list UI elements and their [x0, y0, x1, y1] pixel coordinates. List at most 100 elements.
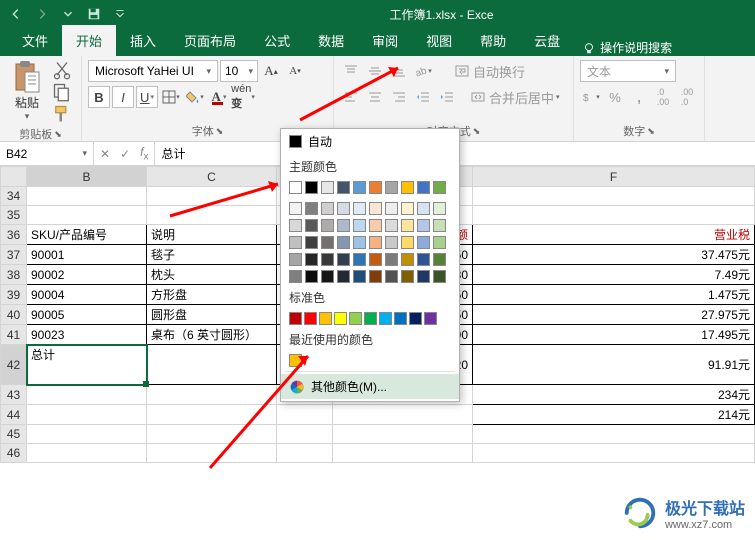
- color-swatch[interactable]: [369, 270, 382, 283]
- cell[interactable]: [473, 425, 755, 444]
- color-swatch[interactable]: [433, 202, 446, 215]
- tab-file[interactable]: 文件: [8, 25, 62, 56]
- color-swatch[interactable]: [385, 181, 398, 194]
- cell[interactable]: [473, 444, 755, 463]
- qat-customize-icon[interactable]: [108, 3, 132, 25]
- color-swatch[interactable]: [401, 253, 414, 266]
- color-swatch[interactable]: [433, 270, 446, 283]
- enter-icon[interactable]: ✓: [120, 147, 130, 161]
- row-header[interactable]: 46: [1, 444, 27, 463]
- decrease-decimal-icon[interactable]: .00.0: [676, 86, 698, 108]
- copy-icon[interactable]: [52, 82, 72, 102]
- tab-page-layout[interactable]: 页面布局: [170, 25, 250, 56]
- dialog-launcher-icon[interactable]: ⬊: [54, 129, 62, 140]
- cell[interactable]: [333, 405, 473, 425]
- underline-button[interactable]: U▾: [136, 86, 158, 108]
- cell[interactable]: [27, 206, 147, 225]
- color-swatch[interactable]: [417, 219, 430, 232]
- color-swatch[interactable]: [334, 312, 347, 325]
- increase-indent-icon[interactable]: [436, 86, 458, 108]
- row-header[interactable]: 45: [1, 425, 27, 444]
- tab-review[interactable]: 审阅: [358, 25, 412, 56]
- comma-icon[interactable]: ,: [628, 86, 650, 108]
- dialog-launcher-icon[interactable]: ⬊: [473, 126, 481, 137]
- color-swatch[interactable]: [289, 202, 302, 215]
- select-all-corner[interactable]: [1, 167, 27, 187]
- fx-icon[interactable]: fx: [140, 145, 148, 162]
- cell[interactable]: 圆形盘: [147, 305, 277, 325]
- currency-icon[interactable]: $▾: [580, 86, 602, 108]
- color-swatch[interactable]: [369, 253, 382, 266]
- row-header[interactable]: 39: [1, 285, 27, 305]
- color-swatch[interactable]: [353, 236, 366, 249]
- color-swatch[interactable]: [369, 202, 382, 215]
- tab-view[interactable]: 视图: [412, 25, 466, 56]
- row-header[interactable]: 40: [1, 305, 27, 325]
- format-painter-icon[interactable]: [52, 104, 72, 124]
- tab-cloud[interactable]: 云盘: [520, 25, 574, 56]
- decrease-indent-icon[interactable]: [412, 86, 434, 108]
- color-swatch[interactable]: [417, 253, 430, 266]
- color-swatch[interactable]: [319, 312, 332, 325]
- row-header[interactable]: 44: [1, 405, 27, 425]
- cell[interactable]: 214元: [473, 405, 755, 425]
- cell[interactable]: [27, 385, 147, 405]
- color-swatch[interactable]: [433, 236, 446, 249]
- bold-button[interactable]: B: [88, 86, 110, 108]
- color-swatch[interactable]: [305, 181, 318, 194]
- cell[interactable]: SKU/产品编号: [27, 225, 147, 245]
- cell[interactable]: 营业税: [473, 225, 755, 245]
- forward-icon[interactable]: [30, 3, 54, 25]
- color-swatch[interactable]: [321, 236, 334, 249]
- caret-down-icon[interactable]: [56, 3, 80, 25]
- cell[interactable]: 总计: [27, 345, 147, 385]
- row-header[interactable]: 43: [1, 385, 27, 405]
- color-swatch[interactable]: [401, 181, 414, 194]
- color-swatch[interactable]: [401, 219, 414, 232]
- color-swatch[interactable]: [337, 219, 350, 232]
- cell[interactable]: [473, 187, 755, 206]
- row-header[interactable]: 36: [1, 225, 27, 245]
- color-swatch[interactable]: [379, 312, 392, 325]
- cell[interactable]: [27, 405, 147, 425]
- font-size-combo[interactable]: 10▾: [220, 60, 258, 82]
- tab-insert[interactable]: 插入: [116, 25, 170, 56]
- color-swatch[interactable]: [417, 236, 430, 249]
- color-swatch[interactable]: [337, 253, 350, 266]
- row-header[interactable]: 35: [1, 206, 27, 225]
- color-swatch[interactable]: [305, 253, 318, 266]
- increase-font-icon[interactable]: A▴: [260, 60, 282, 82]
- cell[interactable]: 1.475元: [473, 285, 755, 305]
- paste-button[interactable]: 粘贴 ▾: [6, 60, 48, 122]
- cell[interactable]: 桌布（6 英寸圆形）: [147, 325, 277, 345]
- color-swatch[interactable]: [304, 312, 317, 325]
- color-swatch[interactable]: [337, 236, 350, 249]
- color-swatch[interactable]: [321, 253, 334, 266]
- row-header[interactable]: 37: [1, 245, 27, 265]
- column-header[interactable]: B: [27, 167, 147, 187]
- color-swatch[interactable]: [433, 253, 446, 266]
- color-swatch[interactable]: [353, 253, 366, 266]
- color-swatch[interactable]: [289, 181, 302, 194]
- wrap-text-button[interactable]: 自动换行: [450, 60, 530, 82]
- phonetic-button[interactable]: wén变▾: [232, 86, 254, 108]
- color-swatch[interactable]: [337, 270, 350, 283]
- border-button[interactable]: ▾: [160, 86, 182, 108]
- font-name-combo[interactable]: Microsoft YaHei UI▾: [88, 60, 218, 82]
- cell[interactable]: 17.495元: [473, 325, 755, 345]
- color-swatch[interactable]: [369, 236, 382, 249]
- cell[interactable]: 90004: [27, 285, 147, 305]
- selection-handle[interactable]: [143, 381, 149, 387]
- color-swatch[interactable]: [305, 202, 318, 215]
- color-swatch[interactable]: [289, 253, 302, 266]
- color-swatch[interactable]: [417, 270, 430, 283]
- cell[interactable]: 毯子: [147, 245, 277, 265]
- color-swatch[interactable]: [401, 270, 414, 283]
- cell[interactable]: [27, 425, 147, 444]
- cell[interactable]: [333, 425, 473, 444]
- cell[interactable]: [27, 187, 147, 206]
- increase-decimal-icon[interactable]: .0.00: [652, 86, 674, 108]
- column-header[interactable]: F: [473, 167, 755, 187]
- color-swatch[interactable]: [337, 181, 350, 194]
- color-swatch[interactable]: [305, 270, 318, 283]
